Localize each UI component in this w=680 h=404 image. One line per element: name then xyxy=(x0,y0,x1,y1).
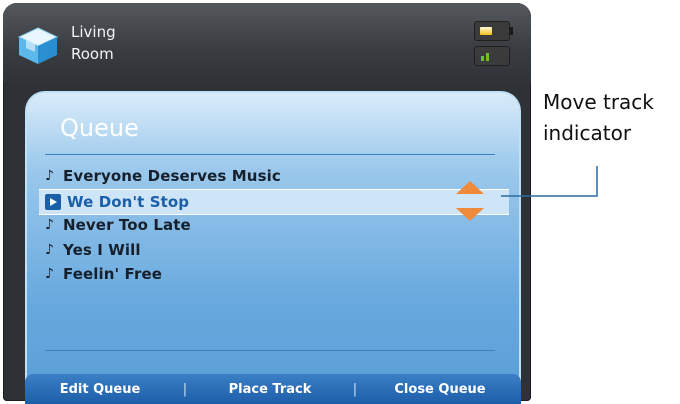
music-note-icon: ♪ xyxy=(45,241,55,258)
status-header: Living Room xyxy=(3,3,531,83)
place-track-button[interactable]: Place Track xyxy=(195,382,345,397)
signal-bar xyxy=(486,53,489,61)
track-title: Everyone Deserves Music xyxy=(63,167,281,185)
list-item[interactable]: ♪ Everyone Deserves Music xyxy=(45,164,281,188)
music-note-icon: ♪ xyxy=(45,217,55,233)
arrow-down-icon[interactable] xyxy=(456,208,484,221)
room-name: Living Room xyxy=(71,21,116,65)
separator: | xyxy=(352,381,358,397)
music-note-icon: ♪ xyxy=(45,168,55,184)
list-item[interactable]: We Don't Stop xyxy=(39,188,509,215)
divider-top xyxy=(45,154,495,155)
arrow-up-icon[interactable] xyxy=(456,181,484,194)
callout-label: Move track indicator xyxy=(543,87,680,149)
device-frame: Living Room Queue ♪ Everyone Deserves Mus… xyxy=(3,3,531,404)
signal-icon xyxy=(474,46,510,66)
list-item[interactable]: ♪ Yes I Will xyxy=(45,238,141,262)
edit-queue-button[interactable]: Edit Queue xyxy=(25,382,175,397)
callout-line2: indicator xyxy=(543,121,632,145)
track-title: We Don't Stop xyxy=(67,192,190,211)
callout-pointer xyxy=(501,166,598,197)
close-queue-button[interactable]: Close Queue xyxy=(365,382,515,397)
battery-fill xyxy=(480,27,492,35)
track-title: Never Too Late xyxy=(63,216,191,234)
track-title: Feelin' Free xyxy=(63,265,162,283)
list-item[interactable]: ♪ Feelin' Free xyxy=(45,262,162,286)
move-track-indicator[interactable] xyxy=(454,181,486,223)
track-title: Yes I Will xyxy=(63,240,141,259)
play-icon xyxy=(45,193,61,210)
battery-nub xyxy=(510,27,513,35)
queue-panel: Queue ♪ Everyone Deserves Music We Don't S… xyxy=(25,91,521,391)
battery-icon xyxy=(474,21,513,41)
separator: | xyxy=(182,381,188,397)
room-name-line1: Living xyxy=(71,23,116,41)
music-note-icon: ♪ xyxy=(45,266,55,282)
signal-bar xyxy=(481,56,484,61)
callout-line1: Move track xyxy=(543,90,654,114)
page-title: Queue xyxy=(60,114,139,142)
bottom-bar: Edit Queue | Place Track | Close Queue xyxy=(25,374,521,404)
cube-icon[interactable] xyxy=(15,25,61,67)
room-name-line2: Room xyxy=(71,45,114,63)
divider-bottom xyxy=(45,350,495,351)
list-item[interactable]: ♪ Never Too Late xyxy=(45,213,191,237)
